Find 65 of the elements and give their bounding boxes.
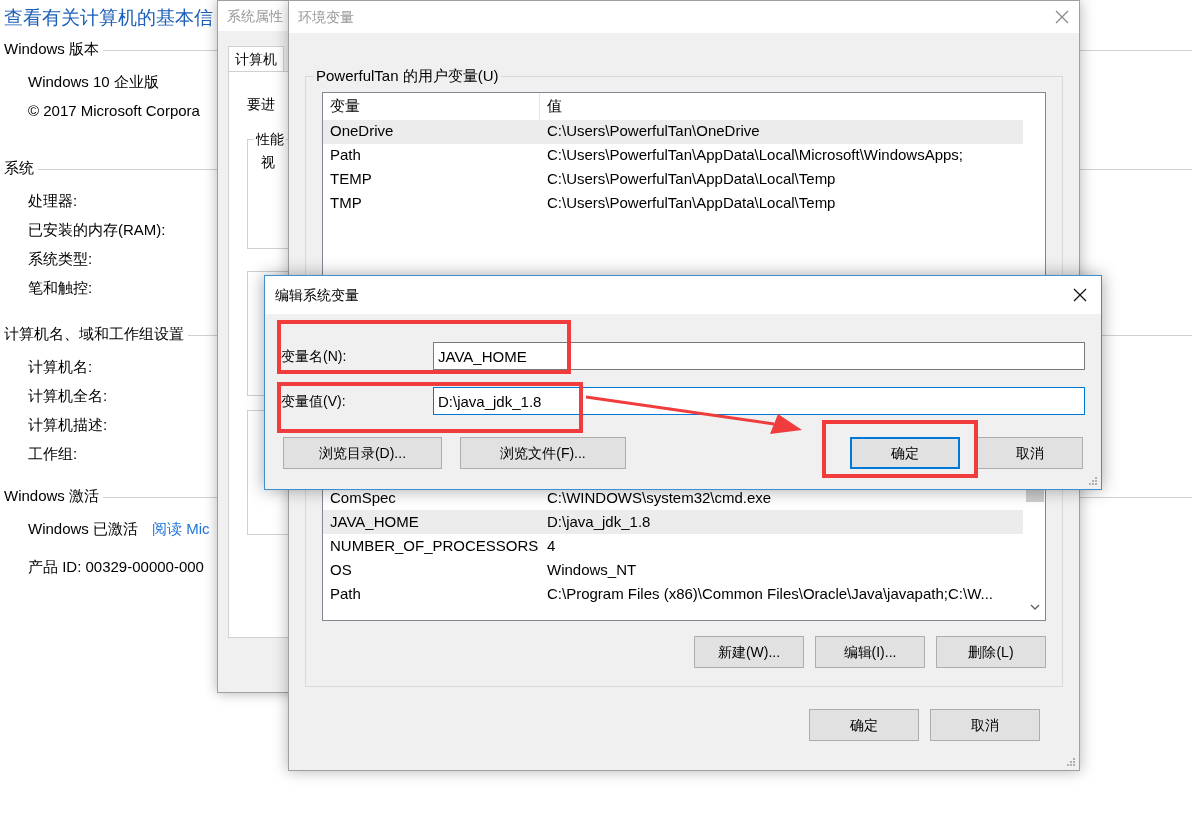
group-legend: 性能	[254, 129, 286, 150]
group-legend: PowerfulTan 的用户变量(U)	[314, 65, 501, 88]
variable-name: OneDrive	[329, 121, 395, 142]
intro-text: 要进	[247, 95, 275, 114]
variable-value: C:\Users\PowerfulTan\AppData\Local\Microsoft\WindowsApps;	[546, 145, 963, 166]
field-label: 变量值(V):	[281, 391, 347, 411]
dialog-button[interactable]: 删除(L)	[936, 636, 1046, 668]
dialog-button[interactable]: 取消	[977, 437, 1083, 469]
variable-name: NUMBER_OF_PROCESSORS	[329, 535, 540, 556]
variable-name: JAVA_HOME	[329, 511, 420, 532]
info-label: 计算机名:	[28, 357, 93, 378]
variable-name: Path	[329, 583, 362, 604]
tab[interactable]: 计算机	[228, 46, 284, 71]
info-label: © 2017 Microsoft Corpora	[28, 101, 200, 122]
dialog-button[interactable]: 新建(W)...	[694, 636, 804, 668]
chevron-down-icon[interactable]	[1030, 604, 1040, 610]
resize-grip-icon[interactable]	[1066, 757, 1076, 767]
input-field[interactable]: JAVA_HOME	[433, 342, 1085, 370]
info-label: 工作组:	[28, 444, 78, 465]
section-heading: 计算机名、域和工作组设置	[4, 323, 184, 344]
dialog-button[interactable]: 编辑(I)...	[815, 636, 925, 668]
info-label: 已安装的内存(RAM):	[28, 220, 166, 241]
variable-value: Windows_NT	[546, 559, 637, 580]
column-header[interactable]: 变量	[323, 92, 540, 120]
variable-value: 4	[546, 535, 556, 556]
info-label: Windows 已激活	[28, 519, 139, 540]
variable-row[interactable]: JAVA_HOME D:\java_jdk_1.8	[323, 510, 1023, 534]
page-title: 查看有关计算机的基本信	[4, 6, 213, 30]
close-icon[interactable]	[1073, 288, 1087, 302]
window-title: 环境变量	[298, 7, 354, 27]
variable-value: C:\Users\PowerfulTan\AppData\Local\Temp	[546, 193, 836, 214]
field-label: 变量名(N):	[281, 346, 348, 366]
section-heading: Windows 版本	[4, 38, 100, 59]
variable-name: ComSpec	[329, 487, 397, 508]
variable-name: OS	[329, 559, 353, 580]
dialog-button[interactable]: 确定	[809, 709, 919, 741]
variable-value: C:\Users\PowerfulTan\AppData\Local\Temp	[546, 169, 836, 190]
info-label: 笔和触控:	[28, 278, 93, 299]
dialog-button[interactable]: 取消	[930, 709, 1040, 741]
variable-value: C:\Program Files (x86)\Common Files\Oracle\Java\javapath;C:\W...	[546, 583, 993, 604]
variable-name: TEMP	[329, 169, 373, 190]
dialog-button[interactable]: 浏览文件(F)...	[460, 437, 626, 469]
variable-value: D:\java_jdk_1.8	[546, 511, 651, 532]
info-label: 处理器:	[28, 191, 78, 212]
info-label: 系统类型:	[28, 249, 93, 270]
section-heading: 系统	[4, 157, 34, 178]
window-title: 系统属性	[227, 6, 283, 26]
input-field[interactable]: D:\java_jdk_1.8	[433, 387, 1085, 415]
dialog-title: 编辑系统变量	[275, 285, 359, 305]
dialog-button[interactable]: 确定	[850, 437, 960, 469]
resize-grip-icon[interactable]	[1088, 476, 1098, 486]
group-text: 视	[260, 153, 275, 172]
column-header[interactable]: 值	[540, 94, 562, 118]
info-label: 计算机描述:	[28, 415, 108, 436]
variable-value: C:\WINDOWS\system32\cmd.exe	[546, 487, 772, 508]
variable-name: TMP	[329, 193, 363, 214]
dialog-button[interactable]: 浏览目录(D)...	[283, 437, 442, 469]
info-label: Windows 10 企业版	[28, 72, 159, 93]
variable-value: C:\Users\PowerfulTan\OneDrive	[546, 121, 760, 142]
variable-name: Path	[329, 145, 362, 166]
read-link[interactable]: 阅读 Mic	[152, 518, 210, 541]
section-heading: Windows 激活	[4, 485, 100, 506]
info-label: 产品 ID: 00329-00000-000	[28, 557, 204, 578]
variable-row[interactable]: OneDrive C:\Users\PowerfulTan\OneDrive	[323, 119, 1023, 144]
info-label: 计算机全名:	[28, 386, 108, 407]
